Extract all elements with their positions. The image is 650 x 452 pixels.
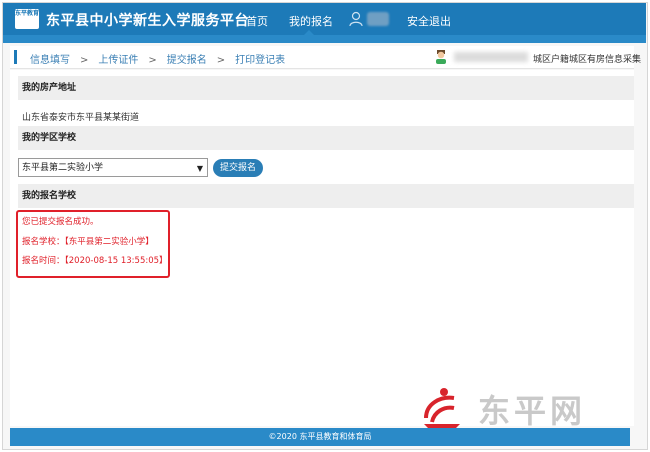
breadcrumb-separator: > — [216, 55, 226, 66]
registration-time-line: 报名时间：【2020-08-15 13:55:05】 — [22, 256, 168, 266]
property-address-heading: 我的房产地址 — [18, 76, 634, 100]
school-select-value: 东平县第二实验小学 — [22, 163, 104, 173]
dropdown-caret-icon: ▼ — [196, 164, 203, 173]
breadcrumb-step-info[interactable]: 信息填写 — [30, 55, 70, 66]
user-name-redacted — [454, 52, 528, 62]
site-title: 东平县中小学新生入学服务平台 — [46, 13, 249, 29]
nav-logout[interactable]: 安全退出 — [407, 13, 451, 29]
breadcrumb-accent — [14, 50, 17, 64]
success-message: 您已提交报名成功。 — [22, 217, 99, 227]
breadcrumb-bar: 信息填写 > 上传证件 > 提交报名 > 打印登记表 城区户籍城区有房信息采集 — [10, 46, 641, 69]
breadcrumb-step-print[interactable]: 打印登记表 — [235, 55, 285, 66]
top-header: 东平教育 东平县中小学新生入学服务平台 首页 我的报名 安全退出 — [3, 3, 646, 36]
district-school-heading: 我的学区学校 — [18, 126, 634, 150]
main-content: 我的房产地址 山东省泰安市东平县某某街道 我的学区学校 东平县第二实验小学 ▼ … — [10, 70, 634, 426]
breadcrumb-step-submit[interactable]: 提交报名 — [167, 55, 207, 66]
registration-category: 城区户籍城区有房信息采集 — [533, 55, 642, 65]
watermark-logo-icon — [424, 388, 460, 428]
nav-my-registration[interactable]: 我的报名 — [289, 13, 333, 29]
watermark-text: 东平网 — [478, 392, 587, 430]
site-logo: 东平教育 — [15, 9, 39, 29]
nav-home[interactable]: 首页 — [246, 13, 268, 29]
registered-school-line: 报名学校：【东平县第二实验小学】 — [22, 237, 154, 247]
registered-school-heading: 我的报名学校 — [18, 184, 634, 208]
avatar-icon — [436, 50, 446, 64]
breadcrumb-separator: > — [80, 55, 89, 66]
username-redacted — [367, 12, 389, 26]
school-select[interactable]: 东平县第二实验小学 ▼ — [18, 158, 208, 177]
submit-registration-button[interactable]: 提交报名 — [213, 159, 263, 177]
footer: ©2020 东平县教育和体育局 — [10, 428, 630, 446]
breadcrumb-step-upload[interactable]: 上传证件 — [98, 55, 138, 66]
user-icon[interactable] — [349, 11, 363, 27]
breadcrumb-separator: > — [148, 55, 157, 66]
header-subbar — [3, 35, 646, 43]
property-address-value: 山东省泰安市东平县某某街道 — [22, 113, 140, 123]
breadcrumb: 信息填写 > 上传证件 > 提交报名 > 打印登记表 — [30, 51, 285, 66]
